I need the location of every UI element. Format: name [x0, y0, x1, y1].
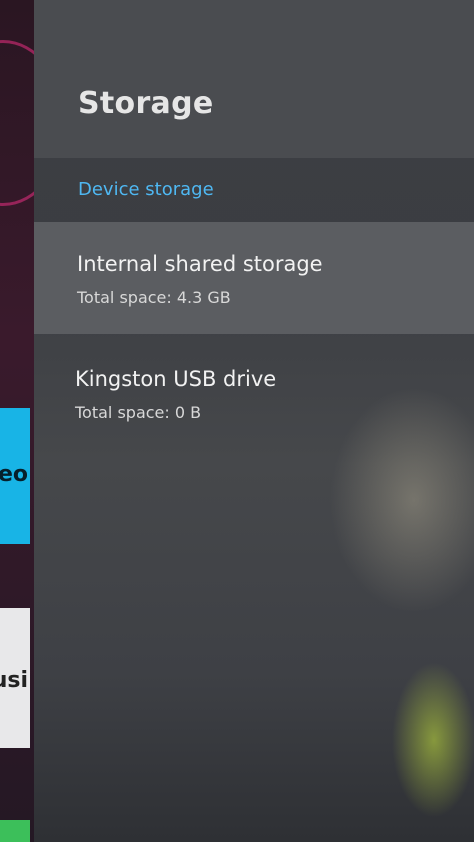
- section-header-device-storage: Device storage: [78, 179, 214, 200]
- storage-item-subtitle: Total space: 4.3 GB: [77, 288, 231, 307]
- launcher-tile-video-label: eo: [0, 462, 28, 487]
- storage-item-internal[interactable]: Internal shared storage Total space: 4.3…: [34, 222, 474, 334]
- launcher-tile-video[interactable]: eo: [0, 408, 30, 544]
- storage-item-title: Internal shared storage: [77, 252, 323, 276]
- storage-item-usb-drive[interactable]: Kingston USB drive Total space: 0 B: [34, 336, 474, 448]
- launcher-tile-music-label: usi: [0, 668, 28, 693]
- launcher-tile-music[interactable]: usi: [0, 608, 30, 748]
- tv-screen: eo usi Storage Device storage Internal s…: [0, 0, 474, 842]
- launcher-tile-green[interactable]: [0, 820, 30, 842]
- storage-item-title: Kingston USB drive: [75, 367, 277, 391]
- page-title: Storage: [78, 86, 214, 121]
- panel-header: Storage: [34, 0, 474, 158]
- settings-panel: Storage Device storage Internal shared s…: [34, 0, 474, 842]
- storage-item-subtitle: Total space: 0 B: [75, 403, 202, 422]
